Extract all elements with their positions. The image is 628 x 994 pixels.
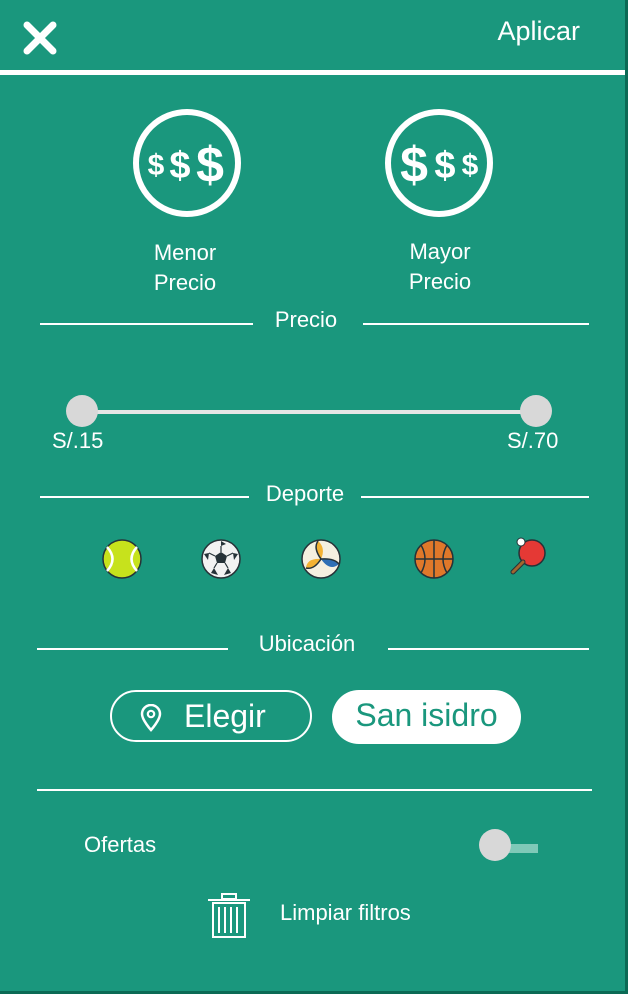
sort-low-line1: Menor <box>153 240 217 265</box>
sort-high-line2: Precio <box>408 269 472 294</box>
location-pin-icon <box>140 704 162 732</box>
sort-low-price-label[interactable]: Menor Precio <box>115 238 255 298</box>
trash-icon[interactable] <box>206 893 252 939</box>
basketball-icon[interactable] <box>413 538 455 580</box>
price-min-label: S/.15 <box>52 428 104 453</box>
choose-location-label: Elegir <box>184 698 266 734</box>
dollar-large: $ <box>400 137 428 193</box>
dollar-medium: $ <box>434 145 455 187</box>
dollar-small: $ <box>462 149 479 182</box>
dollar-medium: $ <box>169 145 190 187</box>
price-max-handle[interactable] <box>520 395 552 427</box>
sort-low-line2: Precio <box>153 270 217 295</box>
location-section-title: Ubicación <box>258 631 356 656</box>
location-bottom-divider <box>37 789 592 791</box>
sport-divider-left <box>40 496 249 498</box>
sort-high-line1: Mayor <box>409 239 471 264</box>
price-min-handle[interactable] <box>66 395 98 427</box>
close-icon[interactable] <box>22 20 58 56</box>
offers-label: Ofertas <box>84 832 157 857</box>
clear-filters-button[interactable]: Limpiar filtros <box>280 900 411 926</box>
price-section-title: Precio <box>274 307 338 332</box>
sort-high-price-icon[interactable]: $ $ $ <box>384 108 494 218</box>
header-divider <box>0 70 626 75</box>
apply-button[interactable]: Aplicar <box>497 16 580 47</box>
price-range-track[interactable] <box>96 410 536 414</box>
selected-location-chip[interactable]: San isidro <box>332 690 521 744</box>
volleyball-icon[interactable] <box>300 538 342 580</box>
sport-section-title: Deporte <box>265 481 345 506</box>
ping-pong-icon[interactable] <box>507 536 549 578</box>
selected-location-label: San isidro <box>355 697 498 733</box>
price-divider-left <box>40 323 253 325</box>
price-max-label: S/.70 <box>507 428 559 453</box>
sort-low-price-icon[interactable]: $ $ $ <box>132 108 242 218</box>
dollar-large: $ <box>196 137 224 193</box>
sort-high-price-label[interactable]: Mayor Precio <box>370 237 510 297</box>
price-divider-right <box>363 323 589 325</box>
location-divider-left <box>37 648 228 650</box>
location-divider-right <box>388 648 589 650</box>
choose-location-button[interactable]: Elegir <box>110 690 312 742</box>
sport-divider-right <box>361 496 589 498</box>
dollar-small: $ <box>148 149 165 182</box>
offers-toggle[interactable] <box>479 829 511 861</box>
soccer-ball-icon[interactable] <box>200 538 242 580</box>
tennis-ball-icon[interactable] <box>101 538 143 580</box>
